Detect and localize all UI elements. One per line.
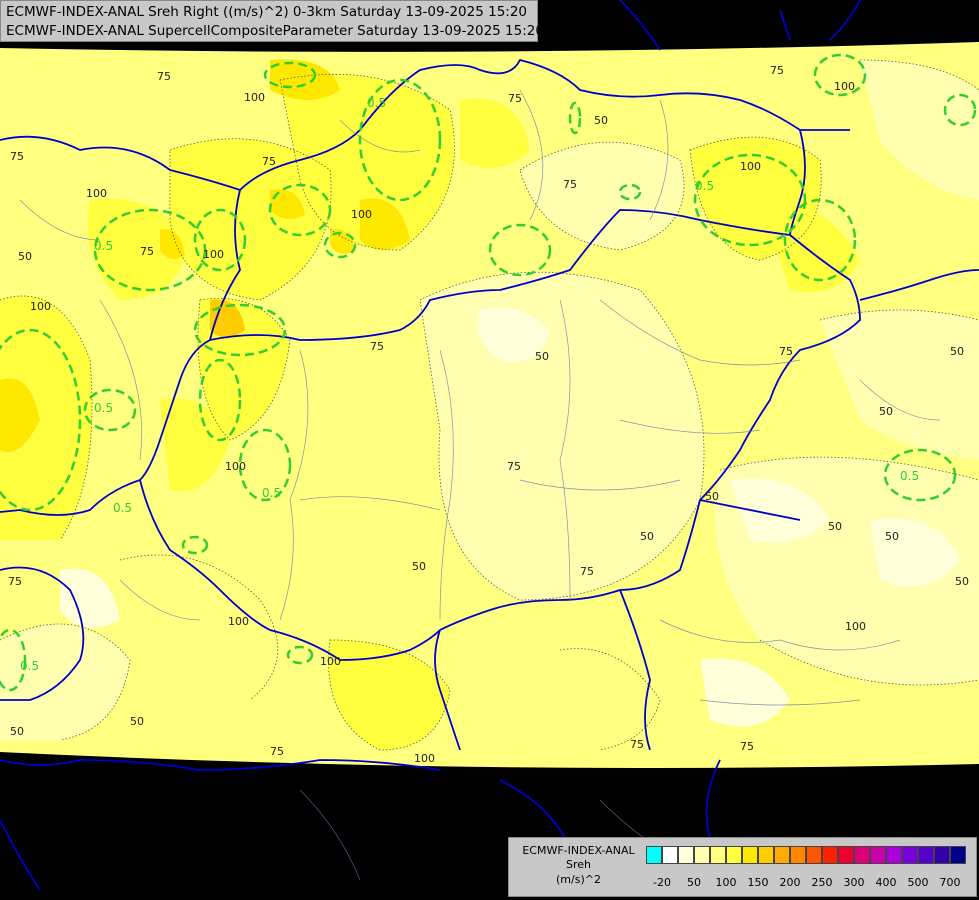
- contour-label: 100: [228, 615, 249, 628]
- legend-swatch: [934, 846, 950, 864]
- contour-label: 75: [580, 565, 594, 578]
- contour-label: 50: [950, 345, 964, 358]
- contour-label: 100: [845, 620, 866, 633]
- contour-label: 75: [262, 155, 276, 168]
- legend-swatch: [774, 846, 790, 864]
- contour-label: 50: [412, 560, 426, 573]
- legend-tick-label: 300: [843, 876, 865, 889]
- legend-swatch: [726, 846, 742, 864]
- legend-swatch: [870, 846, 886, 864]
- contour-label: 75: [370, 340, 384, 353]
- contour-label: 100: [414, 752, 435, 765]
- contour-label: 75: [507, 460, 521, 473]
- contour-label: 50: [130, 715, 144, 728]
- legend-tick-label: 100: [715, 876, 737, 889]
- contour-label: 75: [563, 178, 577, 191]
- contour-label: 100: [30, 300, 51, 313]
- scp-label: 0.5: [262, 486, 281, 500]
- legend-swatch: [790, 846, 806, 864]
- legend-model-name: ECMWF-INDEX-ANAL: [522, 844, 635, 857]
- scp-label: 0.5: [695, 179, 714, 193]
- contour-label: 100: [86, 187, 107, 200]
- contour-label: 100: [225, 460, 246, 473]
- legend-swatch: [902, 846, 918, 864]
- contour-label: 50: [705, 490, 719, 503]
- legend-swatch: [806, 846, 822, 864]
- title-line-scp: ECMWF-INDEX-ANAL SupercellCompositeParam…: [6, 23, 544, 39]
- scp-label: 0.5: [94, 239, 113, 253]
- contour-label: 75: [779, 345, 793, 358]
- legend-swatch: [758, 846, 774, 864]
- contour-label: 75: [8, 575, 22, 588]
- title-line-sreh: ECMWF-INDEX-ANAL Sreh Right ((m/s)^2) 0-…: [6, 4, 528, 20]
- legend-swatch: [950, 846, 966, 864]
- legend-swatch: [694, 846, 710, 864]
- contour-label: 50: [955, 575, 969, 588]
- legend-swatch: [678, 846, 694, 864]
- map-title-box: ECMWF-INDEX-ANAL Sreh Right ((m/s)^2) 0-…: [0, 0, 544, 42]
- contour-label: 50: [594, 114, 608, 127]
- contour-label: 100: [203, 248, 224, 261]
- color-legend: ECMWF-INDEX-ANAL Sreh (m/s)^2 -20 50 100 15…: [508, 837, 977, 897]
- legend-tick-label: 50: [687, 876, 701, 889]
- contour-label: 50: [535, 350, 549, 363]
- scp-label: 0.5: [94, 401, 113, 415]
- contour-label: 75: [140, 245, 154, 258]
- legend-tick-label: 250: [811, 876, 833, 889]
- contour-label: 50: [18, 250, 32, 263]
- contour-label: 75: [270, 745, 284, 758]
- contour-label: 100: [244, 91, 265, 104]
- contour-label: 50: [879, 405, 893, 418]
- map-canvas: 75 100 75 50 75 100 75 100 100 100 75 50…: [0, 0, 979, 900]
- legend-swatch: [742, 846, 758, 864]
- contour-label: 75: [630, 738, 644, 751]
- contour-label: 75: [508, 92, 522, 105]
- contour-label: 75: [157, 70, 171, 83]
- contour-label: 75: [740, 740, 754, 753]
- scp-label: 0.5: [113, 501, 132, 515]
- legend-swatch: [854, 846, 870, 864]
- scp-label: 0.5: [20, 659, 39, 673]
- legend-tick-label: 200: [779, 876, 801, 889]
- contour-label: 75: [10, 150, 24, 163]
- legend-swatch: [822, 846, 838, 864]
- contour-label: 75: [770, 64, 784, 77]
- contour-label: 50: [885, 530, 899, 543]
- contour-label: 100: [740, 160, 761, 173]
- legend-swatch: [646, 846, 662, 864]
- legend-swatch: [710, 846, 726, 864]
- legend-tick-label: 150: [747, 876, 769, 889]
- sreh-field: [0, 42, 979, 768]
- scp-label: 0.5: [367, 96, 386, 110]
- legend-tick-label: 700: [939, 876, 961, 889]
- legend-tick-label: -20: [653, 876, 671, 889]
- contour-label: 100: [351, 208, 372, 221]
- contour-label: 100: [834, 80, 855, 93]
- contour-label: 50: [10, 725, 24, 738]
- contour-label: 100: [320, 655, 341, 668]
- legend-tick-label: 500: [907, 876, 929, 889]
- legend-unit: (m/s)^2: [556, 873, 601, 886]
- legend-swatch: [838, 846, 854, 864]
- legend-swatch: [886, 846, 902, 864]
- legend-tick-label: 400: [875, 876, 897, 889]
- legend-swatch: [918, 846, 934, 864]
- contour-label: 50: [828, 520, 842, 533]
- legend-parameter-name: Sreh: [565, 858, 591, 871]
- legend-swatch: [662, 846, 678, 864]
- scp-label: 0.5: [900, 469, 919, 483]
- contour-label: 50: [640, 530, 654, 543]
